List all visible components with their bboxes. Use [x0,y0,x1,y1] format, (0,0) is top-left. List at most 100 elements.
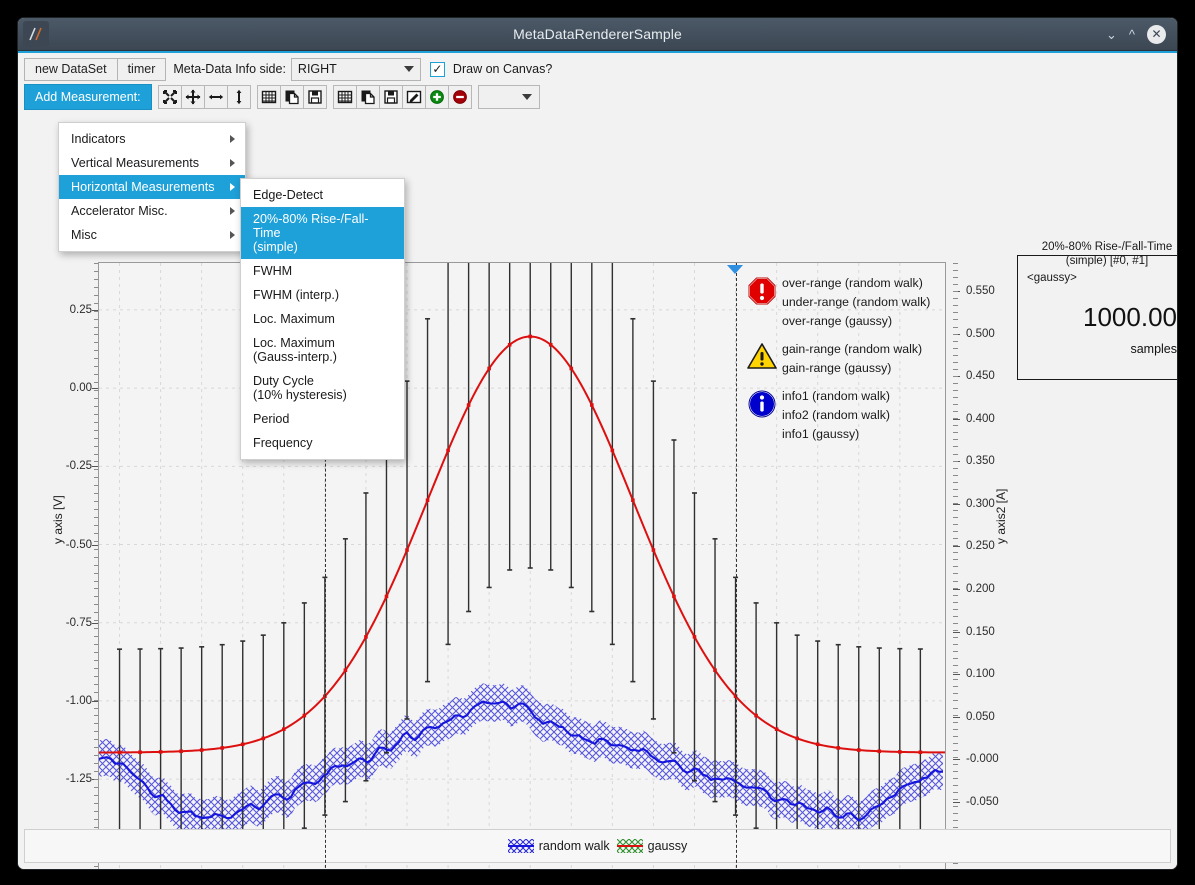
y-axis2-minor-tick [953,735,958,737]
remove-button[interactable] [447,85,472,109]
legend-label: random walk [538,839,610,853]
y-axis2-minor-tick [953,284,958,286]
edit-icon [406,90,421,104]
y-axis2-tick-label: 0.400 [966,412,995,425]
hatch-red-swatch [616,839,643,853]
add-button[interactable] [424,85,449,109]
submenu-item-0[interactable]: Edge-Detect [241,183,404,207]
timer-button[interactable]: timer [116,57,167,81]
meta-side-select[interactable]: RIGHT [290,57,421,81]
y-axis2-minor-tick [953,291,958,293]
y-axis2-minor-tick [953,728,958,730]
window-controls: ⌄ ^ ✕ [1106,24,1177,44]
meta-line: info2 (random walk) [782,408,890,422]
edit-button[interactable] [401,85,426,109]
meta-line: gain-range (random walk) [782,342,923,356]
menu-item-4[interactable]: Misc [59,223,245,247]
marker-line-1[interactable] [735,263,737,869]
y-axis2-minor-tick [953,651,958,653]
toolbar-row-bottom: Add Measurement: [18,81,1177,114]
y-axis2-minor-tick [953,425,958,427]
menu-item-1[interactable]: Vertical Measurements [59,151,245,175]
y-axis2-minor-tick [953,326,958,328]
menu-item-3[interactable]: Accelerator Misc. [59,199,245,223]
y-axis2-minor-tick [953,622,958,624]
new-dataset-button[interactable]: new DataSet [24,57,118,81]
maximize-button[interactable]: ^ [1129,28,1135,41]
zoom-y-button[interactable] [226,85,251,109]
menu-item-0[interactable]: Indicators [59,127,245,151]
submenu-item-3[interactable]: FWHM (interp.) [241,283,404,307]
y-axis2-minor-tick [953,404,958,406]
y-axis2-minor-tick [953,785,958,787]
pan-button[interactable] [180,85,205,109]
copy2-button[interactable] [355,85,380,109]
y-axis2-minor-tick [953,411,958,413]
y-axis2-minor-tick [953,566,958,568]
pan-icon [185,89,201,105]
y-axis2-tick-label: -0.050 [966,795,999,808]
close-button[interactable]: ✕ [1147,24,1166,44]
submenu-item-7[interactable]: Period [241,407,404,431]
y-axis2-minor-tick [953,502,958,504]
zoom-fit-icon [162,90,177,104]
draw-on-canvas-checkbox[interactable]: ✓ [429,61,445,77]
submenu-arrow-icon [230,159,235,167]
y-axis2-minor-tick [953,601,958,603]
zoom-x-button[interactable] [203,85,228,109]
y-axis2-minor-tick [953,552,958,554]
table2-button[interactable] [332,85,357,109]
zoom-fit-button[interactable] [157,85,182,109]
y-axis2-minor-tick [953,418,958,420]
application-window: MetaDataRendererSample ⌄ ^ ✕ new DataSet… [17,17,1178,870]
meta-group-warning: gain-range (random walk) gain-range (gau… [742,340,930,378]
y-tick-label: -0.75 [65,616,92,629]
measurement-value: 1000.00 [1083,302,1177,332]
y-axis2-tick-label: 0.350 [966,455,995,468]
y-axis2-minor-tick [953,474,958,476]
save-button[interactable] [302,85,327,109]
tool-select[interactable] [477,85,540,109]
add-measurement-button[interactable]: Add Measurement: [24,84,152,110]
marker-triangle-icon[interactable] [726,265,743,274]
menu-item-label: Vertical Measurements [71,156,200,170]
menu-item-label: Edge-Detect [253,188,324,202]
y-axis2-minor-tick [953,799,958,801]
y-axis2-minor-tick [953,319,958,321]
y-axis2-minor-tick [953,559,958,561]
submenu-item-1[interactable]: 20%-80% Rise-/Fall-Time (simple) [241,207,404,259]
y-axis2-minor-tick [953,707,958,709]
submenu-item-8[interactable]: Frequency [241,431,404,455]
y-axis2-minor-tick [953,658,958,660]
y-axis2-minor-tick [953,333,958,335]
table-button[interactable] [256,85,281,109]
y-axis2-minor-tick [953,672,958,674]
y-axis2-minor-tick [953,524,958,526]
y-axis2-minor-tick [953,467,958,469]
y-axis2-minor-tick [953,382,958,384]
copy2-icon [361,90,375,105]
submenu-item-5[interactable]: Loc. Maximum (Gauss-interp.) [241,331,404,369]
submenu-item-6[interactable]: Duty Cycle (10% hysteresis) [241,369,404,407]
y-tick-label: 0.00 [69,382,92,395]
save-icon [307,90,322,104]
submenu-item-2[interactable]: FWHM [241,259,404,283]
menu-item-label: Misc [71,228,97,242]
meta-lines-error: over-range (random walk) under-range (ra… [782,274,930,331]
zoom-y-icon [236,89,242,105]
y-axis2-minor-tick [953,495,958,497]
copy-button[interactable] [279,85,304,109]
save2-button[interactable] [378,85,403,109]
y-axis2-minor-tick [953,587,958,589]
legend-item-random-walk[interactable]: random walk [507,839,610,853]
horizontal-measurements-submenu[interactable]: Edge-Detect 20%-80% Rise-/Fall-Time (simp… [240,178,405,460]
y-axis2-minor-tick [953,615,958,617]
menu-item-2[interactable]: Horizontal Measurements [59,175,245,199]
add-measurement-menu[interactable]: Indicators Vertical Measurements Horizonta… [58,122,246,252]
submenu-item-4[interactable]: Loc. Maximum [241,307,404,331]
y-axis2-tick-label: 0.550 [966,285,995,298]
y-axis2-tick-mark [953,503,960,505]
minimize-button[interactable]: ⌄ [1106,28,1117,41]
legend-item-gaussy[interactable]: gaussy [616,839,687,853]
y-axis2-minor-tick [953,763,958,765]
